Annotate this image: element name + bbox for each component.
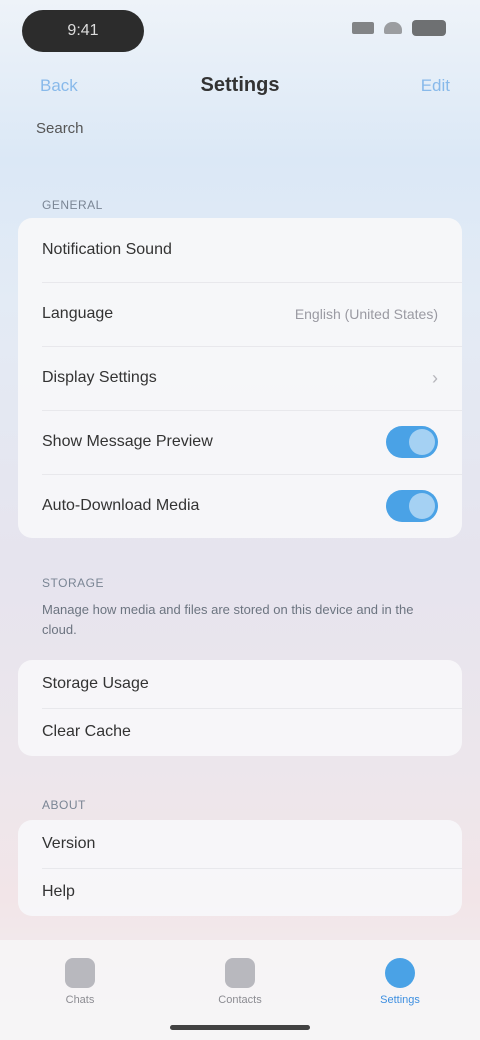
chevron-right-icon: › [432, 367, 438, 388]
section-header-storage: Storage [42, 576, 104, 590]
battery-icon [412, 20, 446, 36]
home-indicator [170, 1025, 310, 1030]
tab-label: Chats [65, 994, 95, 1006]
tab-label: Contacts [218, 994, 262, 1006]
page-title: Settings [200, 74, 280, 96]
row-label: Storage Usage [42, 675, 149, 692]
tab-bar: Chats Contacts Settings [0, 940, 480, 1040]
cellular-signal-icon [352, 22, 374, 34]
row-notification-sound[interactable]: Notification Sound [18, 218, 462, 282]
general-settings-card: Notification Sound Language English (Uni… [18, 218, 462, 538]
storage-footnote: Manage how media and files are stored on… [42, 602, 414, 637]
gear-icon [385, 958, 415, 988]
row-clear-cache[interactable]: Clear Cache [18, 708, 462, 756]
auto-download-toggle[interactable] [386, 490, 438, 522]
row-version[interactable]: Version [18, 820, 462, 868]
row-label: Language [42, 305, 114, 322]
tab-chats[interactable]: Chats [25, 958, 135, 1040]
row-help[interactable]: Help [18, 868, 462, 916]
row-label: Notification Sound [42, 241, 172, 258]
row-label: Version [42, 835, 96, 852]
section-header-about: About [42, 798, 86, 812]
person-icon [225, 958, 255, 988]
toggle-knob [409, 493, 435, 519]
tab-label: Settings [380, 994, 420, 1006]
row-language[interactable]: Language English (United States) [18, 282, 462, 346]
row-label: Show Message Preview [42, 433, 213, 450]
section-header-general: General [42, 198, 103, 212]
row-label: Clear Cache [42, 723, 131, 740]
status-icons [352, 20, 446, 36]
navigation-bar: Back Settings Edit [0, 62, 480, 116]
row-label: Help [42, 883, 75, 900]
search-field[interactable]: Search [36, 120, 446, 150]
message-preview-toggle[interactable] [386, 426, 438, 458]
row-display-settings[interactable]: Display Settings › [18, 346, 462, 410]
edit-button[interactable]: Edit [421, 76, 450, 96]
tab-settings[interactable]: Settings [345, 958, 455, 1040]
storage-card: Storage Usage Clear Cache [18, 660, 462, 756]
row-label: Auto-Download Media [42, 497, 200, 514]
status-bar: 9:41 [0, 0, 480, 64]
row-label: Display Settings [42, 369, 157, 386]
chat-bubble-icon [65, 958, 95, 988]
status-time: 9:41 [22, 10, 144, 52]
row-show-message-preview: Show Message Preview [18, 410, 462, 474]
wifi-icon [384, 22, 402, 34]
row-auto-download-media: Auto-Download Media [18, 474, 462, 538]
row-storage-usage[interactable]: Storage Usage [18, 660, 462, 708]
toggle-knob [409, 429, 435, 455]
language-value: English (United States) [294, 306, 438, 322]
about-card: Version Help [18, 820, 462, 916]
